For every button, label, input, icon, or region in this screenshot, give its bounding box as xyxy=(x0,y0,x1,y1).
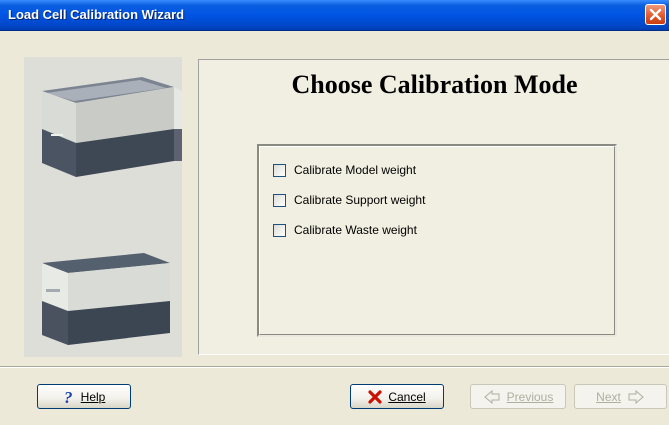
red-x-icon xyxy=(368,389,382,404)
printer-image xyxy=(42,77,182,345)
next-button[interactable]: Next xyxy=(574,384,667,409)
close-icon xyxy=(649,8,662,21)
title-bar[interactable]: Load Cell Calibration Wizard xyxy=(0,0,669,31)
previous-label: Previous xyxy=(506,389,554,404)
footer-divider xyxy=(0,366,669,368)
arrow-left-icon xyxy=(483,389,500,404)
help-label: Help xyxy=(80,389,106,404)
next-label: Next xyxy=(596,389,621,404)
cancel-button[interactable]: Cancel xyxy=(350,384,444,409)
illustration-panel xyxy=(24,57,182,357)
option-model-weight[interactable]: Calibrate Model weight xyxy=(273,162,416,178)
window-title: Load Cell Calibration Wizard xyxy=(8,7,185,22)
arrow-right-icon xyxy=(628,389,644,404)
support-weight-checkbox[interactable] xyxy=(273,193,286,207)
previous-button[interactable]: Previous xyxy=(470,384,566,409)
option-support-weight[interactable]: Calibrate Support weight xyxy=(273,192,425,208)
waste-weight-label: Calibrate Waste weight xyxy=(294,223,417,237)
support-weight-label: Calibrate Support weight xyxy=(294,193,426,207)
main-panel: Choose Calibration Mode Calibrate Model … xyxy=(198,59,669,355)
cancel-label: Cancel xyxy=(388,389,426,404)
model-weight-label: Calibrate Model weight xyxy=(294,163,417,177)
help-button[interactable]: ? Help xyxy=(37,384,131,409)
waste-weight-checkbox[interactable] xyxy=(273,223,286,237)
question-mark-icon: ? xyxy=(64,389,73,405)
calibration-options-group: Calibrate Model weight Calibrate Support… xyxy=(257,144,617,337)
page-title: Choose Calibration Mode xyxy=(291,70,578,99)
option-waste-weight[interactable]: Calibrate Waste weight xyxy=(273,222,417,238)
wizard-window: Choose Calibration Mode Calibrate Model … xyxy=(0,31,669,425)
model-weight-checkbox[interactable] xyxy=(273,163,286,177)
close-button[interactable] xyxy=(645,4,666,25)
svg-text:?: ? xyxy=(64,389,73,405)
